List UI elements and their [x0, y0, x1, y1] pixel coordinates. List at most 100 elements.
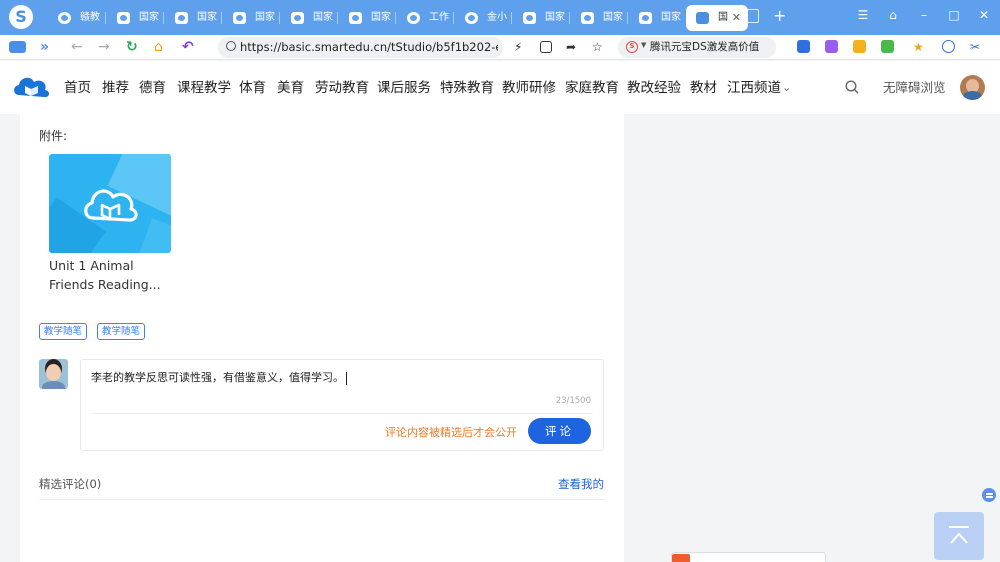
puzzle-icon[interactable] [881, 40, 894, 53]
address-toolbar: » ← → ↻ ⌂ ↶ https://basic.smartedu.cn/tS… [0, 35, 1000, 60]
undo-close-icon[interactable]: ↶ [182, 38, 194, 56]
tag-badge[interactable]: 教学随笔 [97, 323, 146, 340]
search-icon[interactable] [845, 80, 859, 94]
globe-tab-icon [465, 12, 478, 24]
browser-tab[interactable]: 国家 [513, 5, 569, 31]
attachment-file-name[interactable]: Unit 1 Animal Friends Reading... [49, 256, 169, 294]
back-to-top-button[interactable] [934, 512, 984, 560]
new-tab-button[interactable]: + [773, 6, 786, 25]
hot-search-box[interactable]: S ▼ 腾讯元宝DS激发高价值 [618, 37, 776, 58]
browser-tab[interactable]: 国家 [107, 5, 163, 31]
ai-icon[interactable] [825, 40, 838, 53]
star-icon[interactable]: ☆ [592, 39, 603, 55]
expand-icon[interactable]: » [40, 38, 49, 56]
browser-tab[interactable]: 国家 [281, 5, 337, 31]
smartedu-tab-icon [175, 12, 188, 24]
attachments-label: 附件: [39, 129, 68, 143]
smartedu-logo-icon[interactable] [11, 71, 53, 101]
star-tab-icon [58, 12, 71, 24]
text-cursor [346, 371, 347, 385]
maximize-icon[interactable]: □ [946, 8, 962, 22]
attachment-thumbnail[interactable] [49, 154, 171, 253]
submit-comment-button[interactable]: 评论 [528, 418, 591, 444]
skin-icon[interactable]: ⌂ [885, 8, 901, 22]
sogou-icon: S [626, 41, 638, 53]
browser-tab-bar: S 赣教 国家 国家 国家 国家 国家 工作 金小 国家 国家 国家 国 ✕ +… [0, 0, 1000, 35]
comment-textarea[interactable]: 李老的教学反思可读性强，有借鉴意义，值得学习。 [91, 370, 347, 386]
browser-logo-icon[interactable]: S [9, 5, 33, 29]
dropdown-icon[interactable]: ▼ [641, 41, 646, 49]
nav-home[interactable]: 首页 [64, 79, 91, 97]
browser-tab[interactable]: 金小 [455, 5, 511, 31]
download-icon[interactable] [942, 40, 955, 53]
nav-teacher-training[interactable]: 教师研修 [502, 79, 556, 97]
url-field[interactable]: https://basic.smartedu.cn/tStudio/b5f1b2… [218, 37, 503, 58]
nav-sports[interactable]: 体育 [239, 79, 266, 97]
scissors-icon[interactable]: ✂ [970, 39, 980, 55]
globe-tab-icon [407, 12, 420, 24]
home-icon[interactable]: ⌂ [154, 38, 163, 56]
comment-input-box[interactable]: 李老的教学反思可读性强，有借鉴意义，值得学习。 23/1500 评论内容被精选后… [80, 359, 604, 451]
browser-tab[interactable]: 国家 [629, 5, 685, 31]
nav-after-school[interactable]: 课后服务 [377, 79, 431, 97]
featured-comments-label: 精选评论(0) [39, 477, 102, 491]
nav-family-edu[interactable]: 家庭教育 [565, 79, 619, 97]
close-window-icon[interactable]: ✕ [976, 8, 992, 22]
nav-arts[interactable]: 美育 [277, 79, 304, 97]
screenshot-icon[interactable] [540, 41, 552, 53]
site-header: 首页 推荐 德育 课程教学 体育 美育 劳动教育 课后服务 特殊教育 教师研修 … [0, 61, 1000, 114]
forward-icon[interactable]: → [98, 38, 110, 56]
tab-separator [511, 12, 512, 24]
minimize-icon[interactable]: – [916, 8, 932, 22]
tab-separator [337, 12, 338, 24]
browser-tab[interactable]: 国家 [223, 5, 279, 31]
smartedu-tab-icon [291, 12, 304, 24]
floating-widget[interactable] [671, 552, 826, 562]
nav-reform[interactable]: 教改经验 [627, 79, 681, 97]
favorites-icon[interactable]: ★ [913, 39, 924, 55]
nav-special-edu[interactable]: 特殊教育 [440, 79, 494, 97]
tab-preview-icon[interactable] [746, 9, 759, 23]
browser-tab[interactable]: 国家 [571, 5, 627, 31]
nav-textbook[interactable]: 教材 [690, 79, 717, 97]
back-icon[interactable]: ← [71, 38, 83, 56]
nav-jiangxi[interactable]: 江西频道 [727, 79, 781, 97]
divider [39, 499, 604, 500]
menu-icon[interactable]: ☰ [855, 8, 871, 22]
smartedu-tab-icon [233, 12, 246, 24]
user-avatar[interactable] [960, 75, 985, 100]
browser-tab[interactable]: 工作 [397, 5, 453, 31]
widget-logo-icon [672, 554, 690, 562]
sidebar-toggle-icon[interactable] [9, 41, 26, 53]
tab-separator [453, 12, 454, 24]
chevron-down-icon[interactable]: ⌄ [782, 79, 791, 97]
view-my-comments-link[interactable]: 查看我的 [558, 476, 604, 492]
share-icon[interactable]: ➦ [566, 39, 576, 55]
nav-teaching[interactable]: 课程教学 [177, 79, 231, 97]
close-tab-icon[interactable]: ✕ [732, 5, 741, 31]
nav-labor[interactable]: 劳动教育 [315, 79, 369, 97]
tab-separator [627, 12, 628, 24]
folder-icon[interactable] [853, 40, 866, 53]
divider [91, 413, 593, 414]
nav-recommend[interactable]: 推荐 [102, 79, 129, 97]
publish-hint: 评论内容被精选后才会公开 [385, 426, 517, 439]
arrow-up-icon [949, 526, 969, 544]
url-text[interactable]: https://basic.smartedu.cn/tStudio/b5f1b2… [240, 39, 498, 56]
side-menu-icon[interactable] [982, 488, 996, 502]
nav-moral[interactable]: 德育 [139, 79, 166, 97]
accessibility-link[interactable]: 无障碍浏览 [883, 80, 946, 96]
tag-badge[interactable]: 教学随笔 [39, 323, 88, 340]
smartedu-tab-icon [696, 12, 709, 24]
lightning-icon[interactable]: ⚡ [514, 39, 522, 55]
reload-icon[interactable]: ↻ [126, 38, 138, 56]
browser-tab[interactable]: 国家 [165, 5, 221, 31]
browser-tab[interactable]: 国家 [339, 5, 395, 31]
smartedu-tab-icon [523, 12, 536, 24]
browser-tab-active[interactable]: 国 ✕ [686, 5, 748, 31]
tab-separator [395, 12, 396, 24]
translate-icon[interactable] [797, 40, 810, 53]
commenter-avatar [39, 359, 68, 389]
tab-separator [221, 12, 222, 24]
browser-tab[interactable]: 赣教 [48, 5, 104, 31]
